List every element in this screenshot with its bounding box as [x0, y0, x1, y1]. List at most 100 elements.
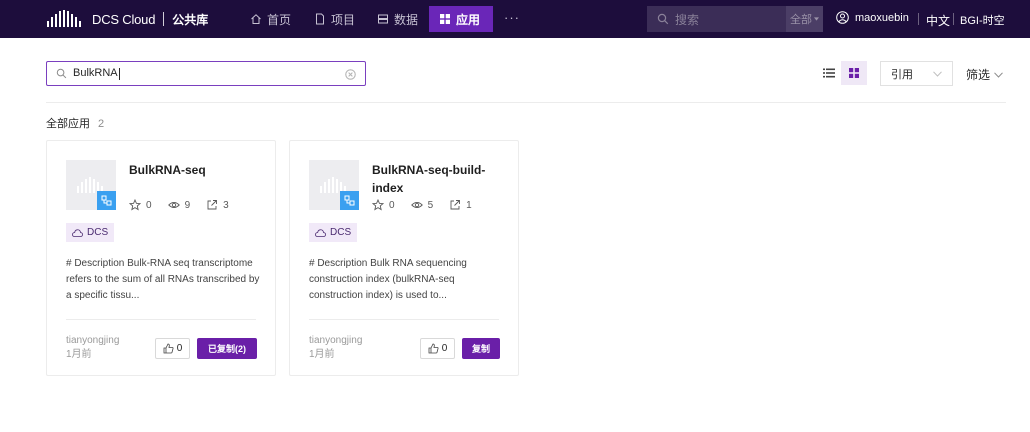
- app-type-badge: [97, 191, 116, 210]
- app-card[interactable]: BulkRNA-seq-build-index 0 5 1 DCS # Desc…: [289, 140, 519, 376]
- result-count: 2: [98, 118, 105, 130]
- like-count: 0: [441, 343, 448, 354]
- source-tag: DCS: [66, 223, 115, 242]
- app-description: # Description Bulk-RNA seq transcriptome…: [66, 258, 260, 301]
- nav-projects[interactable]: 项目: [304, 6, 365, 32]
- search-scope-select[interactable]: 全部: [786, 6, 823, 32]
- copy-button[interactable]: 复制: [462, 338, 500, 359]
- app-author: tianyongjing 1月前: [66, 334, 119, 362]
- database-icon: [378, 14, 388, 24]
- updated-time: 1月前: [66, 349, 92, 360]
- source-tag-label: DCS: [330, 227, 352, 238]
- filter-label: 筛选: [966, 68, 991, 82]
- top-nav: DCS Cloud 公共库 首页 项目 数据 应用 ··· 搜索 全部 maox…: [0, 0, 1030, 38]
- app-stats: 0 9 3: [129, 199, 245, 211]
- star-count-value: 0: [146, 199, 152, 211]
- org-switch[interactable]: BGI-时空: [960, 12, 1005, 28]
- like-button[interactable]: 0: [420, 338, 455, 359]
- card-divider: [309, 319, 499, 320]
- author-name: tianyongjing: [66, 335, 120, 346]
- global-search[interactable]: 搜索 全部: [647, 6, 823, 32]
- app-search-input[interactable]: BulkRNA: [46, 61, 366, 86]
- clear-icon[interactable]: [345, 69, 356, 80]
- toolbar-divider: [46, 102, 1006, 103]
- like-count: 0: [176, 343, 183, 354]
- app-title[interactable]: BulkRNA-seq: [129, 161, 259, 179]
- star-count[interactable]: 0: [372, 199, 395, 211]
- result-summary: 全部应用 2: [46, 115, 104, 131]
- nav-divider: [953, 13, 954, 25]
- app-stats: 0 5 1: [372, 199, 488, 211]
- global-search-placeholder: 搜索: [675, 12, 700, 27]
- file-icon: [316, 13, 324, 25]
- nav-apps[interactable]: 应用: [429, 6, 493, 32]
- chevron-down-icon: [994, 71, 1003, 78]
- search-value: BulkRNA: [73, 67, 120, 80]
- grid-icon: [440, 14, 450, 24]
- caret-down-icon: [814, 17, 819, 21]
- eye-icon: [410, 201, 423, 209]
- cloud-icon: [72, 228, 83, 237]
- app-thumbnail: [309, 160, 359, 210]
- nav-projects-label: 项目: [331, 12, 356, 27]
- nav-home-label: 首页: [267, 12, 292, 27]
- language-switch[interactable]: 中文: [926, 12, 950, 29]
- reference-count-value: 1: [466, 199, 472, 211]
- filter-button[interactable]: 筛选: [966, 66, 1003, 83]
- like-button[interactable]: 0: [155, 338, 190, 359]
- app-title[interactable]: BulkRNA-seq-build-index: [372, 161, 502, 197]
- view-count: 9: [167, 199, 191, 211]
- brand-name: DCS Cloud: [92, 11, 156, 27]
- nav-more-icon[interactable]: ···: [504, 10, 520, 25]
- nav-apps-label: 应用: [456, 12, 481, 27]
- reference-count: 3: [206, 199, 229, 211]
- view-count-value: 9: [184, 199, 191, 211]
- source-tag: DCS: [309, 223, 358, 242]
- search-icon: [657, 13, 669, 25]
- result-label: 全部应用: [46, 118, 90, 130]
- chevron-down-icon: [933, 71, 942, 77]
- star-icon: [372, 199, 384, 211]
- list-icon: [822, 68, 835, 78]
- nav-data-label: 数据: [394, 12, 419, 27]
- card-divider: [66, 319, 256, 320]
- star-count-value: 0: [389, 199, 395, 211]
- grid-view-button[interactable]: [841, 61, 867, 85]
- cloud-logo-icon: [47, 10, 81, 27]
- updated-time: 1月前: [309, 349, 335, 360]
- reference-count-value: 3: [223, 199, 229, 211]
- nav-data[interactable]: 数据: [367, 6, 428, 32]
- external-link-icon: [450, 200, 461, 210]
- app-thumbnail: [66, 160, 116, 210]
- brand-divider: [163, 12, 165, 26]
- search-scope-label: 全部: [790, 14, 812, 26]
- home-icon: [251, 14, 261, 24]
- username: maoxuebin: [855, 11, 909, 24]
- app-type-badge: [340, 191, 359, 210]
- eye-icon: [167, 201, 180, 209]
- brand-sub: 公共库: [172, 12, 209, 27]
- author-name: tianyongjing: [309, 335, 363, 346]
- nav-home[interactable]: 首页: [240, 6, 301, 32]
- text-caret: [118, 67, 120, 80]
- external-link-icon: [207, 200, 218, 210]
- star-count[interactable]: 0: [129, 199, 152, 211]
- user-menu[interactable]: maoxuebin: [836, 11, 909, 24]
- brand-logo[interactable]: DCS Cloud 公共库: [46, 9, 208, 29]
- view-count: 5: [410, 199, 434, 211]
- copied-button[interactable]: 已复制(2): [197, 338, 257, 359]
- sort-select[interactable]: 引用: [880, 61, 953, 86]
- view-count-value: 5: [427, 199, 434, 211]
- sort-label: 引用: [891, 68, 913, 81]
- app-card[interactable]: BulkRNA-seq 0 9 3 DCS # Description Bulk…: [46, 140, 276, 376]
- reference-count: 1: [449, 199, 472, 211]
- thumbs-up-icon: [428, 343, 439, 354]
- user-icon: [836, 11, 849, 24]
- nav-divider: [918, 13, 919, 25]
- app-author: tianyongjing 1月前: [309, 334, 362, 362]
- source-tag-label: DCS: [87, 227, 109, 238]
- workflow-icon: [101, 195, 112, 206]
- star-icon: [129, 199, 141, 211]
- list-view-button[interactable]: [816, 61, 841, 85]
- cloud-icon: [315, 228, 326, 237]
